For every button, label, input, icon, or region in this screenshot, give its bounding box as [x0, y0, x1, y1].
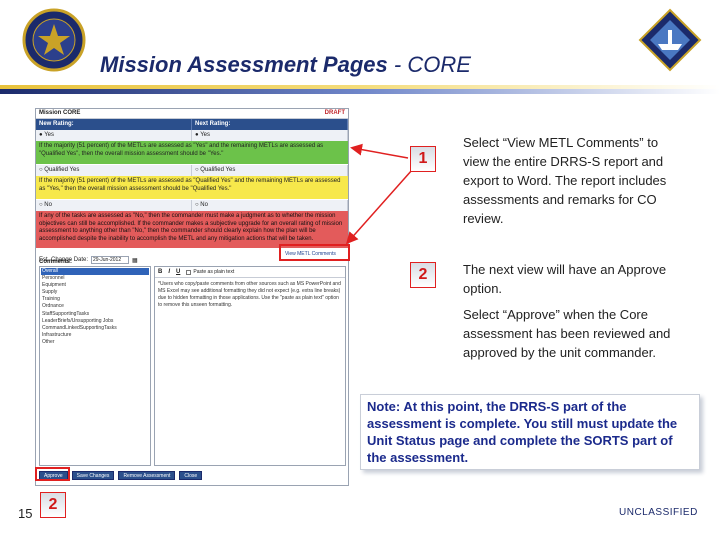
arrow-to-view-metl-comments [346, 169, 413, 245]
step-1-text: Select “View METL Comments” to view the … [463, 135, 667, 226]
page-number: 15 [18, 506, 33, 521]
step-2-text: The next view will have an Approve optio… [463, 262, 667, 296]
completion-note: Note: At this point, the DRRS-S part of … [360, 394, 700, 470]
arrow-to-top-panel [350, 143, 409, 159]
step-2-approve-text: Select “Approve” when the Core assessmen… [463, 307, 671, 360]
step-marker-2-bottom: 2 [40, 492, 66, 518]
step-marker-2: 2 [410, 262, 436, 288]
classification-label: UNCLASSIFIED [619, 507, 698, 518]
step-marker-1: 1 [410, 146, 436, 172]
